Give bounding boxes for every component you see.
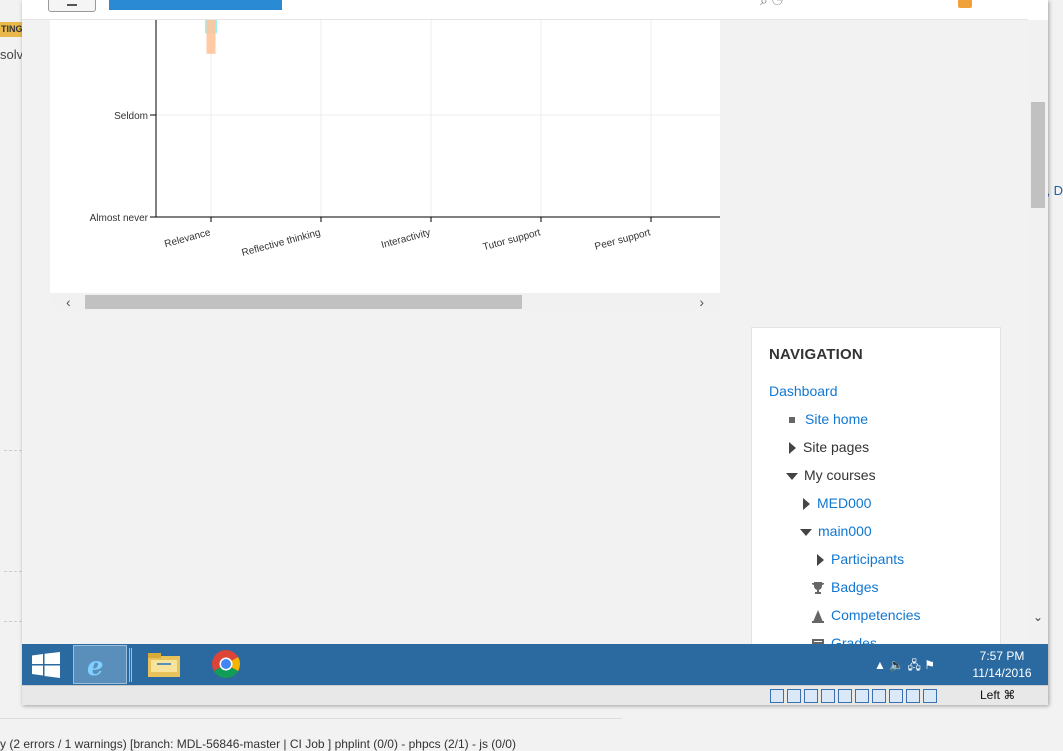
scroll-right-arrow[interactable]: ›: [699, 294, 704, 310]
nav-competencies[interactable]: Competencies: [811, 605, 921, 625]
navigation-block: NAVIGATION Dashboard Site home Site page…: [751, 327, 1001, 644]
nav-site-home-label[interactable]: Site home: [805, 411, 868, 427]
y-tick-label: Almost never: [90, 213, 149, 224]
chart-panel: Almost never Seldom Relevance Reflective th…: [50, 20, 720, 311]
host-divider: [4, 450, 22, 451]
nav-site-home[interactable]: Site home: [789, 409, 868, 429]
expand-arrow-icon: [789, 442, 796, 455]
nav-site-pages-label[interactable]: Site pages: [803, 439, 869, 455]
host-divider: [4, 571, 22, 572]
clock-date[interactable]: 11/14/2016: [962, 666, 1042, 680]
keyboard-icon[interactable]: [923, 689, 937, 703]
windows-taskbar: e ▲ 🔈 🖧 ⚑ 7:57 PM 11/14/2016: [22, 644, 1048, 685]
trophy-icon: [812, 582, 824, 595]
host-partial-text: solv: [0, 47, 24, 62]
cpu-icon[interactable]: [889, 689, 903, 703]
nav-my-courses[interactable]: My courses: [786, 465, 876, 485]
range-bar: [206, 20, 216, 54]
x-tick-label: Interactivity: [380, 227, 432, 251]
scrollbar-thumb[interactable]: [85, 295, 522, 309]
nav-competencies-label[interactable]: Competencies: [831, 607, 921, 623]
chart-horizontal-scrollbar[interactable]: ‹ ›: [50, 293, 720, 311]
usb-icon[interactable]: [821, 689, 835, 703]
nav-participants-label[interactable]: Participants: [831, 551, 904, 567]
host-status-badge: TING: [0, 22, 22, 37]
nav-grades-label[interactable]: Grades: [831, 635, 877, 644]
mouse-integration-icon[interactable]: [906, 689, 920, 703]
nav-drawer-button[interactable]: [48, 0, 96, 12]
video-capture-icon[interactable]: [872, 689, 886, 703]
x-tick-label: Peer support: [594, 227, 652, 253]
nav-main000-label[interactable]: main000: [818, 523, 872, 539]
series-line: [211, 20, 720, 23]
x-tick-label: Reflective thinking: [241, 227, 322, 259]
nav-participants[interactable]: Participants: [817, 549, 904, 569]
network-icon[interactable]: [804, 689, 818, 703]
scroll-down-arrow[interactable]: ⌄: [1033, 610, 1043, 624]
hard-disk-icon[interactable]: [770, 689, 784, 703]
vm-window: ⌕ ◷ Almost never Seldom Relevance Reflectiv…: [22, 0, 1048, 705]
collapse-arrow-icon: [800, 528, 812, 536]
page-vertical-scrollbar[interactable]: ⌄: [1028, 20, 1048, 644]
nav-grades[interactable]: Grades: [811, 633, 877, 644]
header-icons[interactable]: ⌕ ◷: [760, 0, 783, 9]
host-divider: [0, 718, 622, 719]
host-divider: [4, 621, 22, 622]
host-ci-status-text: y (2 errors / 1 warnings) [branch: MDL-5…: [0, 737, 516, 751]
nav-my-courses-label[interactable]: My courses: [804, 467, 876, 483]
vm-status-bar: Left ⌘: [22, 685, 1048, 705]
nav-med000-label[interactable]: MED000: [817, 495, 871, 511]
competencies-icon: [812, 610, 824, 624]
taskbar-separator: [129, 648, 132, 682]
internet-explorer-taskbar-button[interactable]: e: [73, 645, 132, 684]
navigation-title: NAVIGATION: [769, 346, 863, 363]
system-tray-icons[interactable]: ▲ 🔈 🖧 ⚑: [874, 656, 935, 677]
nav-badges-label[interactable]: Badges: [831, 579, 878, 595]
page-content: Almost never Seldom Relevance Reflective th…: [22, 20, 1028, 644]
scrollbar-thumb[interactable]: [1031, 102, 1045, 208]
x-tick-label: Relevance: [163, 227, 212, 250]
internet-explorer-icon: e: [87, 652, 104, 682]
notification-icon[interactable]: [958, 0, 972, 8]
bullet-icon: [789, 417, 795, 424]
vm-device-icons[interactable]: [770, 689, 940, 703]
host-partial-link[interactable]: , D: [1046, 183, 1063, 198]
shared-folder-icon[interactable]: [838, 689, 852, 703]
file-explorer-icon[interactable]: [147, 650, 181, 678]
host-key-indicator: Left ⌘: [980, 688, 1016, 702]
y-tick-label: Seldom: [114, 111, 148, 122]
nav-site-pages[interactable]: Site pages: [789, 437, 869, 457]
moodle-header: ⌕ ◷: [22, 0, 1028, 20]
grades-icon: [812, 639, 824, 644]
nav-dashboard-link[interactable]: Dashboard: [769, 381, 838, 401]
x-tick-label: Tutor support: [482, 227, 542, 253]
site-name-tab[interactable]: [109, 0, 282, 10]
expand-arrow-icon: [803, 498, 810, 511]
scroll-left-arrow[interactable]: ‹: [66, 294, 71, 310]
windows-start-icon[interactable]: [32, 652, 60, 678]
line-chart: Almost never Seldom Relevance Reflective th…: [90, 20, 720, 259]
display-icon[interactable]: [855, 689, 869, 703]
optical-drive-icon[interactable]: [787, 689, 801, 703]
collapse-arrow-icon: [786, 472, 798, 480]
nav-badges[interactable]: Badges: [811, 577, 878, 597]
nav-course-med000[interactable]: MED000: [803, 493, 871, 513]
expand-arrow-icon: [817, 554, 824, 567]
chrome-icon[interactable]: [211, 649, 241, 679]
nav-course-main000[interactable]: main000: [800, 521, 872, 541]
clock-time[interactable]: 7:57 PM: [962, 649, 1042, 663]
